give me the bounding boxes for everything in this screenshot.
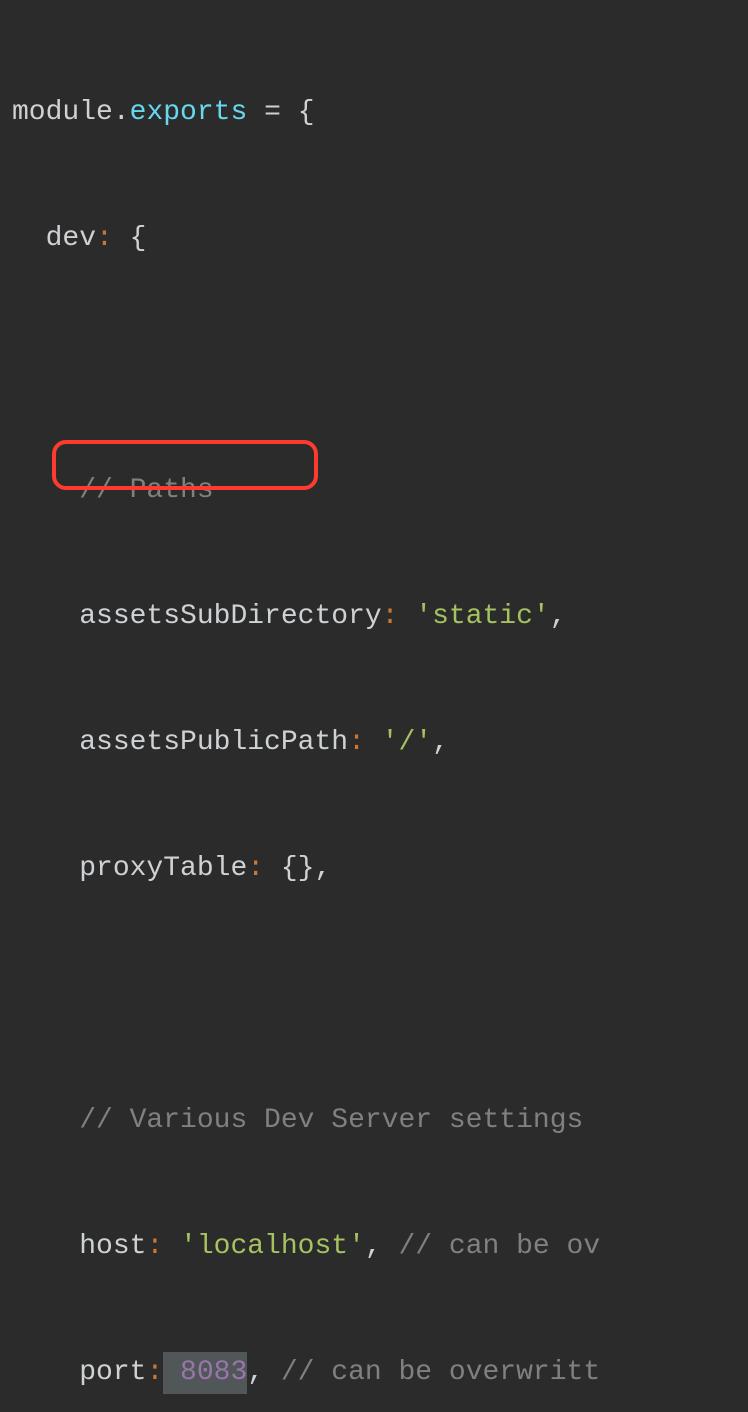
code-line: assetsPublicPath: '/', [12,722,748,764]
code-line-blank [12,344,748,386]
token-colon: : [146,1231,180,1262]
token-colon: : [382,601,416,632]
code-line: dev: { [12,218,748,260]
token-comment: // Paths [79,475,213,506]
code-line-port: port: 8083, // can be overwritt [12,1352,748,1394]
code-line-blank [12,974,748,1016]
code-line: // Paths [12,470,748,512]
token-comma: , [365,1231,399,1262]
token-comment: // Various Dev Server settings [79,1105,583,1136]
token-string: '/' [382,727,432,758]
code-line: host: 'localhost', // can be ov [12,1226,748,1268]
token-braces: {} [281,853,315,884]
code-line: proxyTable: {}, [12,848,748,890]
token-eq: = [247,97,297,128]
token-dot: . [113,97,130,128]
token-prop: host [79,1231,146,1262]
token-comment: // can be ov [399,1231,601,1262]
token-comma: , [247,1357,281,1388]
token-comment: // can be overwritt [281,1357,600,1388]
token-prop: proxyTable [79,853,247,884]
token-module: module [12,97,113,128]
code-line: assetsSubDirectory: 'static', [12,596,748,638]
selection-port-value[interactable]: 8083 [163,1352,247,1394]
token-prop: port [79,1357,146,1388]
token-colon: : [146,1357,163,1388]
token-string: 'localhost' [180,1231,365,1262]
code-line: module.exports = { [12,92,748,134]
token-string: 'static' [415,601,549,632]
token-colon: : [247,853,281,884]
token-prop: assetsSubDirectory [79,601,381,632]
code-editor[interactable]: module.exports = { dev: { // Paths asset… [0,0,748,1412]
token-comma: , [432,727,449,758]
token-brace: { [130,223,147,254]
token-colon: : [348,727,382,758]
token-colon: : [96,223,130,254]
token-comma: , [314,853,331,884]
token-comma: , [550,601,567,632]
token-prop: assetsPublicPath [79,727,348,758]
token-brace: { [298,97,315,128]
token-prop: dev [46,223,96,254]
code-line: // Various Dev Server settings [12,1100,748,1142]
token-exports: exports [130,97,248,128]
